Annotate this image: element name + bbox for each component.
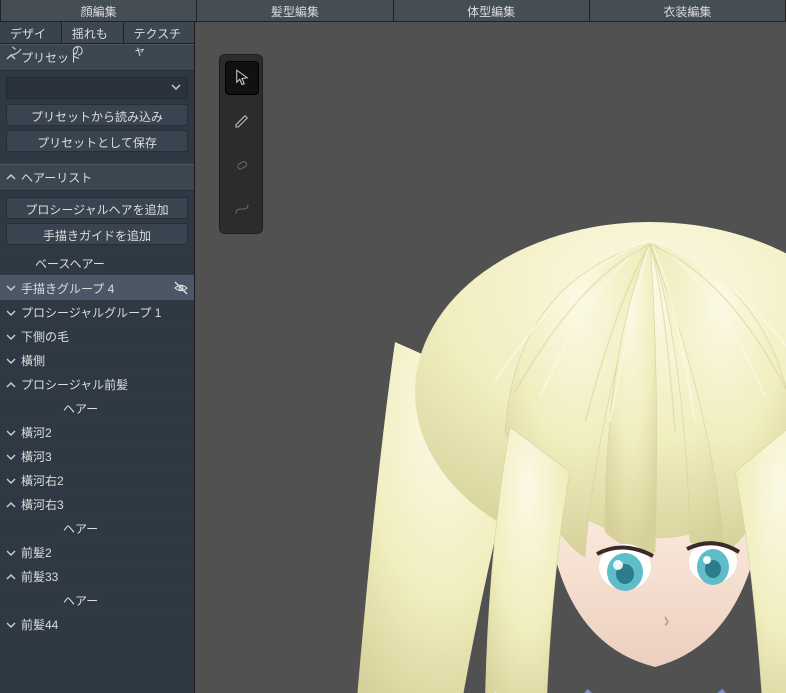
load-preset-button[interactable]: プリセットから読み込み: [6, 104, 188, 126]
top-tab-bar: 顔編集 髪型編集 体型編集 衣装編集: [0, 0, 786, 22]
hair-tree: ベースヘアー手描きグループ 4 プロシージャルグループ 1 下側の毛橫側プロシージャ…: [0, 251, 194, 636]
tree-item-label: 橫河右3: [21, 496, 190, 513]
tool-column: [219, 54, 263, 234]
tab-outfit-edit[interactable]: 衣装編集: [590, 0, 786, 21]
chevron-down-icon[interactable]: [4, 450, 18, 464]
viewport-3d[interactable]: [195, 22, 786, 693]
tree-item-label: ヘアー: [63, 520, 190, 537]
section-title-hairlist: ヘアーリスト: [21, 169, 92, 186]
section-header-hairlist[interactable]: ヘアーリスト: [0, 164, 194, 191]
chevron-down-icon[interactable]: [4, 426, 18, 440]
tree-item-label: 橫河右2: [21, 472, 190, 489]
chevron-down-icon[interactable]: [4, 546, 18, 560]
tree-item-label: 橫河2: [21, 424, 190, 441]
tree-item-label: 前髪33: [21, 568, 190, 585]
tree-item[interactable]: 橫側: [0, 348, 194, 372]
save-preset-button[interactable]: プリセットとして保存: [6, 130, 188, 152]
tree-item[interactable]: ベースヘアー: [0, 251, 194, 275]
tree-item-label: 橫側: [21, 352, 190, 369]
tree-item[interactable]: 橫河3: [0, 444, 194, 468]
tab-body-edit[interactable]: 体型編集: [394, 0, 590, 21]
chevron-up-icon: [6, 51, 21, 65]
tree-item[interactable]: プロシージャルグループ 1: [0, 300, 194, 324]
tree-item[interactable]: 前髪2: [0, 540, 194, 564]
cursor-icon: [233, 68, 251, 89]
tree-item[interactable]: 橫河右2: [0, 468, 194, 492]
tree-item[interactable]: ヘアー: [0, 516, 194, 540]
preset-dropdown[interactable]: [6, 77, 188, 99]
chevron-up-icon[interactable]: [4, 378, 18, 392]
tree-item-label: 橫河3: [21, 448, 190, 465]
tree-item-label: プロシージャルグループ 1: [21, 304, 190, 321]
side-panel: デザイン 揺れもの テクスチャ プリセット プリセットから読み込み プリセットと…: [0, 22, 195, 693]
eraser-tool-button[interactable]: [225, 149, 259, 183]
chevron-down-icon[interactable]: [4, 306, 18, 320]
sub-tab-design[interactable]: デザイン: [0, 22, 62, 43]
tree-item-label: 前髪2: [21, 544, 190, 561]
tree-item-label: 手描きグループ 4: [21, 280, 172, 297]
tree-item[interactable]: 手描きグループ 4: [0, 275, 194, 300]
add-procedural-hair-button[interactable]: プロシージャルヘアを追加: [6, 197, 188, 219]
curve-icon: [233, 200, 251, 221]
curve-tool-button[interactable]: [225, 193, 259, 227]
tree-item-label: ベースヘアー: [35, 255, 190, 272]
chevron-down-icon[interactable]: [4, 330, 18, 344]
tree-item-label: 下側の毛: [21, 328, 190, 345]
tab-face-edit[interactable]: 顔編集: [0, 0, 197, 21]
chevron-down-icon[interactable]: [4, 474, 18, 488]
tree-item-label: ヘアー: [63, 592, 190, 609]
chevron-up-icon[interactable]: [4, 498, 18, 512]
chevron-up-icon[interactable]: [4, 570, 18, 584]
tree-item[interactable]: ヘアー: [0, 588, 194, 612]
tree-item[interactable]: 下側の毛: [0, 324, 194, 348]
section-header-preset[interactable]: プリセット: [0, 44, 194, 71]
chevron-up-icon: [6, 171, 21, 185]
add-handdrawn-guide-button[interactable]: 手描きガイドを追加: [6, 223, 188, 245]
tree-item[interactable]: プロシージャル前髪: [0, 372, 194, 396]
pencil-tool-button[interactable]: [225, 105, 259, 139]
character-model: [335, 222, 786, 693]
visibility-off-icon[interactable]: [172, 279, 190, 297]
section-title-preset: プリセット: [21, 49, 81, 66]
tree-item[interactable]: 橫河2: [0, 420, 194, 444]
hairlist-panel-body: プロシージャルヘアを追加 手描きガイドを追加: [0, 191, 194, 251]
tree-item[interactable]: ヘアー: [0, 396, 194, 420]
select-tool-button[interactable]: [225, 61, 259, 95]
eraser-icon: [233, 156, 251, 177]
tree-item-label: プロシージャル前髪: [21, 376, 190, 393]
chevron-down-icon[interactable]: [4, 354, 18, 368]
tree-item[interactable]: 橫河右3: [0, 492, 194, 516]
sub-tab-bar: デザイン 揺れもの テクスチャ: [0, 22, 195, 44]
sub-tab-physics[interactable]: 揺れもの: [62, 22, 124, 43]
chevron-down-icon[interactable]: [4, 618, 18, 632]
chevron-down-icon[interactable]: [4, 281, 18, 295]
pencil-icon: [233, 112, 251, 133]
tree-item-label: ヘアー: [63, 400, 190, 417]
tree-item[interactable]: 前髪44: [0, 612, 194, 636]
tree-item-label: 前髪44: [21, 616, 190, 633]
tab-hair-edit[interactable]: 髪型編集: [197, 0, 393, 21]
tree-item[interactable]: 前髪33: [0, 564, 194, 588]
sub-tab-texture[interactable]: テクスチャ: [124, 22, 196, 43]
preset-panel-body: プリセットから読み込み プリセットとして保存: [0, 71, 194, 164]
chevron-down-icon: [171, 81, 181, 95]
